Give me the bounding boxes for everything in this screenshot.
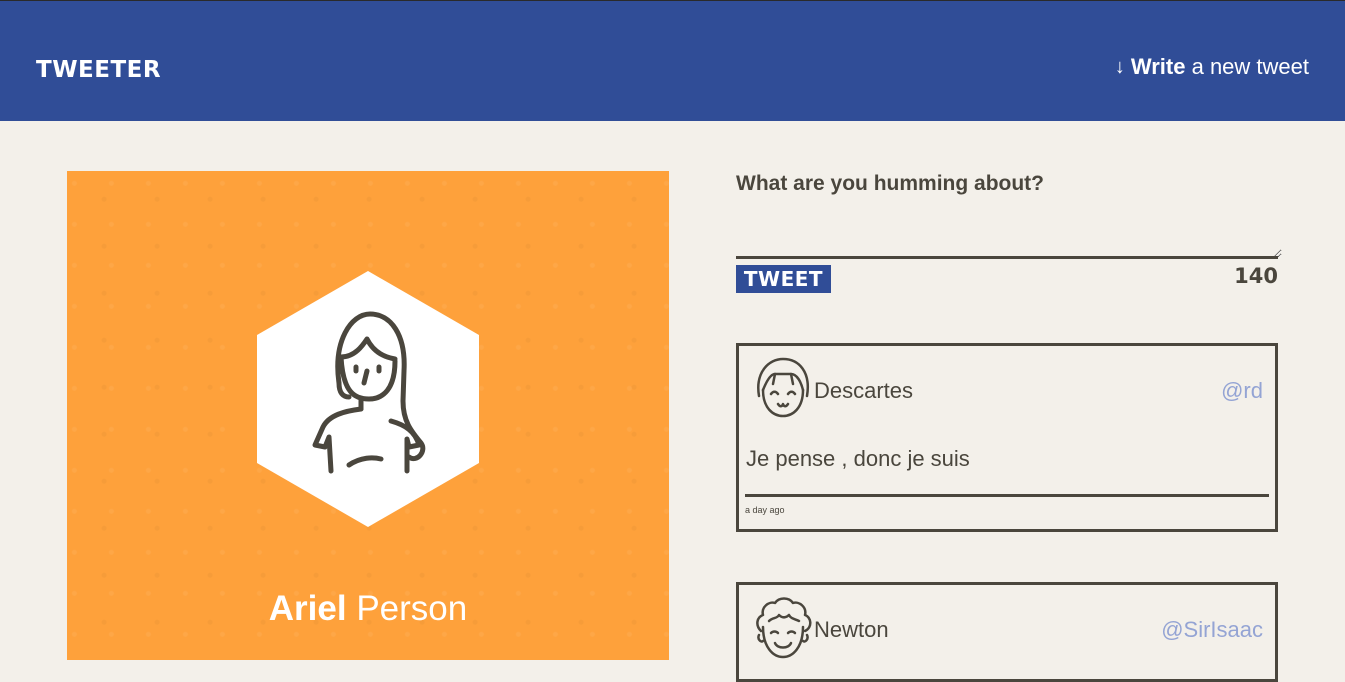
tweet-author: Descartes — [814, 378, 914, 403]
tweet-timestamp: a day ago — [745, 505, 785, 515]
compose-question: What are you humming about? — [736, 172, 1044, 195]
tweet-handle[interactable]: @SirIsaac — [1161, 617, 1263, 643]
tweet-author: Newton — [814, 617, 889, 642]
curly-hair-man-avatar-icon — [756, 597, 812, 659]
tweet-card: Newton @SirIsaac — [736, 582, 1278, 682]
tweet-button[interactable]: TWEET — [736, 265, 831, 293]
profile-last-name: Person — [356, 589, 468, 628]
write-new-tweet-link[interactable]: ↓ Write a new tweet — [1115, 54, 1309, 80]
tweet-handle[interactable]: @rd — [1221, 378, 1263, 404]
tweet-card: Descartes @rd Je pense , donc je suis a … — [736, 343, 1278, 532]
profile-first-name: Ariel — [268, 589, 347, 628]
profile-name: Ariel Person — [67, 589, 669, 629]
smiling-girl-avatar-icon — [757, 357, 810, 418]
tweet-textarea[interactable] — [736, 208, 1282, 258]
arrow-down-icon: ↓ — [1114, 55, 1125, 78]
tweet-divider — [745, 494, 1269, 497]
brand-logo[interactable]: TWEETER — [36, 57, 161, 83]
write-link-rest: a new tweet — [1191, 54, 1309, 79]
tweet-content: Je pense , donc je suis — [746, 446, 970, 471]
woman-avatar-icon — [257, 271, 479, 527]
character-counter: 140 — [1234, 264, 1278, 288]
profile-card: Ariel Person — [67, 171, 669, 660]
compose-divider — [736, 256, 1278, 259]
write-link-bold: Write — [1130, 54, 1186, 79]
top-navbar: TWEETER ↓ Write a new tweet — [0, 0, 1345, 121]
